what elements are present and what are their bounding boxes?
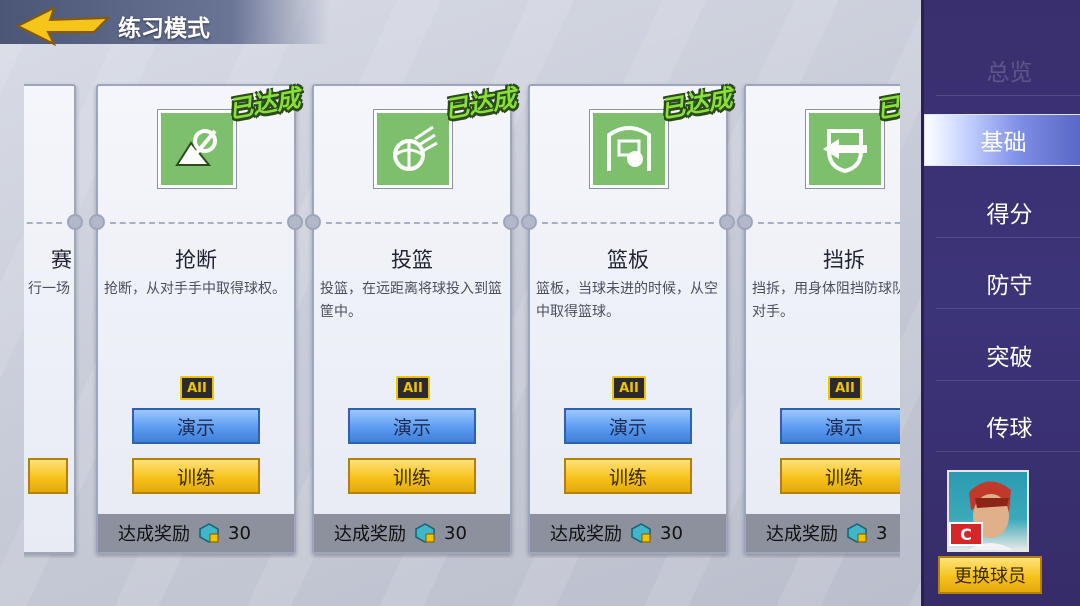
card-divider [24, 222, 62, 224]
back-button[interactable] [14, 6, 114, 47]
gem-icon [415, 523, 435, 543]
sidebar-item-breakthrough[interactable]: 突破 [936, 329, 1080, 381]
train-button[interactable] [28, 458, 68, 494]
card-divider [542, 222, 714, 224]
level-badge: AII [396, 376, 430, 400]
completed-badge: 已达成 [226, 83, 303, 125]
sidebar-item-defense[interactable]: 防守 [936, 257, 1080, 309]
reward-label: 达成奖励 [118, 524, 190, 545]
demo-button[interactable]: 演示 [132, 408, 260, 444]
level-badge: AII [612, 376, 646, 400]
card-title: 赛 [51, 248, 72, 272]
rebound-icon [589, 109, 669, 189]
train-button[interactable]: 训练 [780, 458, 900, 494]
screen-icon [805, 109, 885, 189]
reward-bar: 达成奖励 30 [314, 514, 510, 552]
card-notch [737, 214, 753, 230]
drill-card-shoot[interactable]: 已达成 投篮 投篮，在远距离将球投入到篮筐中。 AII 演示 训练 达成奖励 3… [305, 84, 519, 554]
header-bar: 练习模式 [0, 0, 330, 47]
gem-icon [631, 523, 651, 543]
sidebar-item-overview[interactable]: 总览 [936, 44, 1080, 96]
reward-label: 达成奖励 [766, 524, 838, 545]
card-description: 行一场 [28, 281, 70, 297]
gem-icon [847, 523, 867, 543]
reward-value: 30 [660, 522, 683, 544]
completed-badge: 已达成 [442, 83, 519, 125]
swap-player-button[interactable]: 更换球员 [938, 556, 1042, 594]
demo-button[interactable]: 演示 [564, 408, 692, 444]
reward-label: 达成奖励 [334, 524, 406, 545]
level-badge: AII [180, 376, 214, 400]
steal-icon [157, 109, 237, 189]
card-divider [326, 222, 498, 224]
card-divider [110, 222, 282, 224]
drill-card-steal[interactable]: 已达成 抢断 抢断，从对手手中取得球权。 AII 演示 训练 达成奖励 30 [89, 84, 303, 554]
reward-bar: 达成奖励 30 [530, 514, 726, 552]
sidebar-item-basics[interactable]: 基础 [924, 114, 1080, 166]
card-description: 抢断，从对手手中取得球权。 [104, 281, 286, 297]
card-description: 挡拆，用身体阻挡防球队友的对手。 [752, 281, 900, 320]
card-title: 投篮 [391, 248, 433, 272]
card-description: 投篮，在远距离将球投入到篮筐中。 [320, 281, 502, 320]
card-title: 挡拆 [823, 248, 865, 272]
card-notch [503, 214, 519, 230]
card-description: 篮板，当球未进的时候，从空中取得篮球。 [536, 281, 718, 320]
gem-icon [199, 523, 219, 543]
card-title: 篮板 [607, 248, 649, 272]
basketball-shot-icon [373, 109, 453, 189]
reward-value: 30 [444, 522, 467, 544]
player-avatar[interactable]: C [947, 470, 1029, 552]
reward-value: 3 [876, 522, 888, 544]
drill-card-partial[interactable]: 赛 行一场 [24, 84, 83, 554]
card-notch [89, 214, 105, 230]
sidebar-item-passing[interactable]: 传球 [936, 400, 1080, 452]
demo-button[interactable]: 演示 [780, 408, 900, 444]
card-notch [287, 214, 303, 230]
completed-badge: 已达成 [658, 83, 735, 125]
card-title: 抢断 [175, 248, 217, 272]
card-notch [521, 214, 537, 230]
sidebar-item-scoring[interactable]: 得分 [936, 186, 1080, 238]
drill-card-rebound[interactable]: 已达成 篮板 篮板，当球未进的时候，从空中取得篮球。 AII 演示 训练 达成奖… [521, 84, 735, 554]
card-notch [305, 214, 321, 230]
level-badge: AII [828, 376, 862, 400]
reward-label: 达成奖励 [550, 524, 622, 545]
train-button[interactable]: 训练 [348, 458, 476, 494]
position-badge: C [949, 522, 983, 546]
back-arrow-icon [15, 6, 111, 47]
card-divider [758, 222, 900, 224]
reward-bar: 达成奖励 3 [746, 514, 900, 552]
completed-badge: 已达成 [874, 83, 900, 125]
train-button[interactable]: 训练 [132, 458, 260, 494]
demo-button[interactable]: 演示 [348, 408, 476, 444]
page-title: 练习模式 [118, 16, 210, 42]
reward-bar: 达成奖励 30 [98, 514, 294, 552]
reward-value: 30 [228, 522, 251, 544]
card-notch [67, 214, 83, 230]
card-notch [719, 214, 735, 230]
drill-card-screen[interactable]: 已达成 挡拆 挡拆，用身体阻挡防球队友的对手。 AII 演示 训练 达成奖励 3 [737, 83, 900, 554]
train-button[interactable]: 训练 [564, 458, 692, 494]
drill-card-list[interactable]: 赛 行一场 已达成 抢断 抢断，从对手手中取得球权。 AII 演示 训练 达成奖… [24, 82, 900, 558]
